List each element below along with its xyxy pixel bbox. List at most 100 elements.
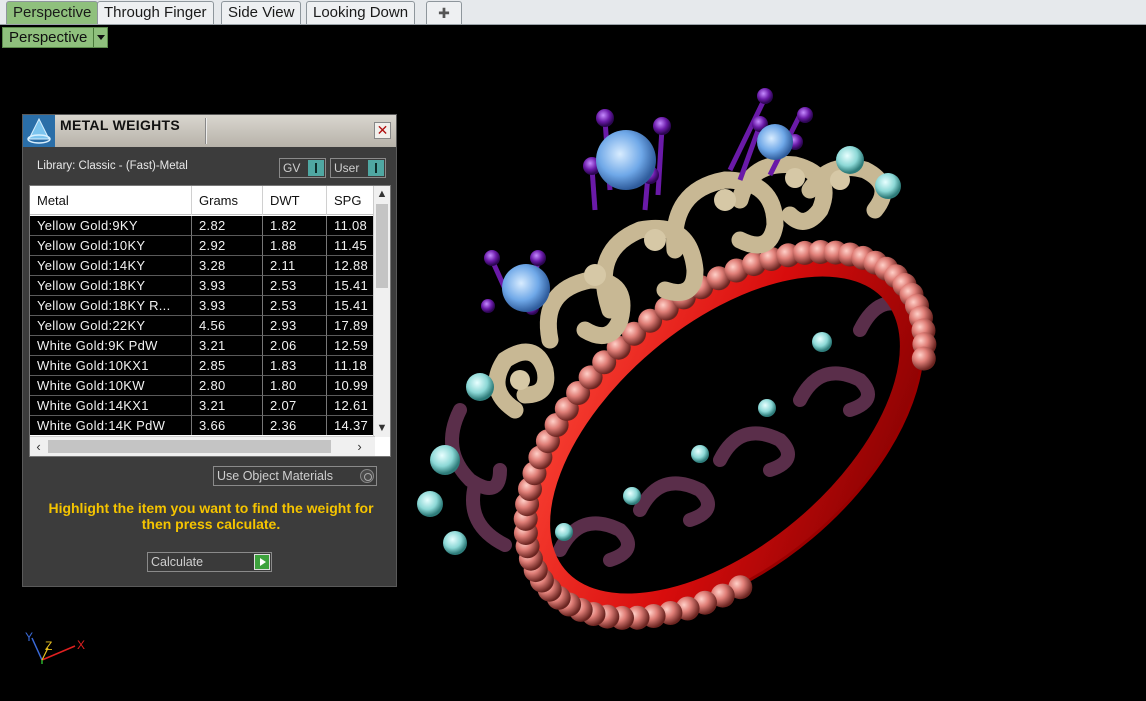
table-row[interactable]: White Gold:14KX1 3.21 2.07 12.61 bbox=[30, 396, 375, 416]
radio-icon[interactable] bbox=[360, 469, 374, 483]
table-cell: 1.80 bbox=[263, 376, 327, 396]
scroll-right-icon[interactable]: › bbox=[351, 438, 368, 456]
table-cell: 2.80 bbox=[192, 376, 263, 396]
tab-perspective[interactable]: Perspective bbox=[6, 1, 99, 24]
table-cell: White Gold:9K PdW bbox=[30, 336, 192, 356]
table-cell: 17.89 bbox=[327, 316, 375, 336]
column-header-metal[interactable]: Metal bbox=[30, 186, 192, 215]
scrollbar-thumb[interactable] bbox=[48, 440, 331, 453]
table-cell: 3.21 bbox=[192, 336, 263, 356]
axis-y-label: Y bbox=[25, 630, 34, 644]
column-header-dwt[interactable]: DWT bbox=[263, 186, 327, 215]
scroll-up-icon[interactable]: ▲ bbox=[374, 186, 390, 203]
axis-z-label: Z bbox=[45, 639, 53, 653]
table-cell: 10.99 bbox=[327, 376, 375, 396]
table-header: Metal Grams DWT SPG bbox=[30, 186, 375, 215]
table-cell: 3.93 bbox=[192, 276, 263, 296]
axis-gizmo: Y Z X bbox=[20, 628, 100, 673]
table-cell: 2.93 bbox=[263, 316, 327, 336]
bead bbox=[911, 346, 936, 371]
chevron-down-icon[interactable] bbox=[93, 28, 107, 47]
table-row[interactable]: Yellow Gold:22KY 4.56 2.93 17.89 bbox=[30, 316, 375, 336]
table-cell: Yellow Gold:18KY bbox=[30, 276, 192, 296]
metal-weights-panel: METAL WEIGHTS ✕ Library: Classic - (Fast… bbox=[22, 114, 397, 587]
scroll-left-icon[interactable]: ‹ bbox=[30, 438, 47, 456]
column-header-grams[interactable]: Grams bbox=[192, 186, 263, 215]
table-body: Yellow Gold:9KY 2.82 1.82 11.08 Yellow Gold:… bbox=[30, 216, 375, 435]
panel-title: METAL WEIGHTS bbox=[60, 117, 181, 133]
calculate-label: Calculate bbox=[151, 555, 204, 569]
table-cell: 2.85 bbox=[192, 356, 263, 376]
table-cell: 2.06 bbox=[263, 336, 327, 356]
plus-icon: ✚ bbox=[438, 5, 450, 21]
panel-header[interactable]: METAL WEIGHTS ✕ bbox=[23, 115, 396, 147]
table-cell: Yellow Gold:14KY bbox=[30, 256, 192, 276]
table-row[interactable]: Yellow Gold:14KY 3.28 2.11 12.88 bbox=[30, 256, 375, 276]
table-cell: White Gold:10KW bbox=[30, 376, 192, 396]
table-cell: White Gold:10KX1 bbox=[30, 356, 192, 376]
close-button[interactable]: ✕ bbox=[374, 122, 391, 139]
table-row[interactable]: Yellow Gold:18KY 3.93 2.53 15.41 bbox=[30, 276, 375, 296]
play-icon bbox=[254, 554, 270, 570]
table-cell: 2.53 bbox=[263, 276, 327, 296]
tab-through-finger[interactable]: Through Finger bbox=[97, 1, 214, 24]
use-object-materials-option[interactable]: Use Object Materials bbox=[213, 466, 377, 486]
metal-table: Metal Grams DWT SPG Yellow Gold:9KY 2.82 1… bbox=[29, 185, 391, 457]
horizontal-scrollbar[interactable]: ‹ › bbox=[30, 436, 375, 456]
blue-gem bbox=[596, 130, 656, 190]
tab-side-view[interactable]: Side View bbox=[221, 1, 302, 24]
table-cell: 14.37 bbox=[327, 416, 375, 435]
scroll-down-icon[interactable]: ▼ bbox=[374, 420, 390, 437]
axis-x-label: X bbox=[77, 638, 86, 652]
table-cell: 3.66 bbox=[192, 416, 263, 435]
table-cell: 3.21 bbox=[192, 396, 263, 416]
table-cell: 1.83 bbox=[263, 356, 327, 376]
table-cell: 4.56 bbox=[192, 316, 263, 336]
table-cell: 3.93 bbox=[192, 296, 263, 316]
table-cell: 15.41 bbox=[327, 276, 375, 296]
table-row[interactable]: White Gold:9K PdW 3.21 2.06 12.59 bbox=[30, 336, 375, 356]
use-object-materials-label: Use Object Materials bbox=[217, 469, 334, 483]
table-cell: Yellow Gold:10KY bbox=[30, 236, 192, 256]
table-cell: 3.28 bbox=[192, 256, 263, 276]
table-cell: 12.61 bbox=[327, 396, 375, 416]
table-cell: 2.92 bbox=[192, 236, 263, 256]
gv-toggle-label: GV bbox=[283, 161, 301, 175]
table-row[interactable]: White Gold:10KX1 2.85 1.83 11.18 bbox=[30, 356, 375, 376]
table-row[interactable]: White Gold:10KW 2.80 1.80 10.99 bbox=[30, 376, 375, 396]
add-tab-button[interactable]: ✚ bbox=[426, 1, 462, 24]
table-row[interactable]: Yellow Gold:18KY R... 3.93 2.53 15.41 bbox=[30, 296, 375, 316]
table-row[interactable]: Yellow Gold:10KY 2.92 1.88 11.45 bbox=[30, 236, 375, 256]
gv-toggle[interactable]: GV bbox=[279, 158, 326, 178]
app-logo-icon bbox=[23, 115, 55, 147]
vertical-scrollbar[interactable]: ▲ ▼ bbox=[373, 186, 390, 437]
close-icon: ✕ bbox=[376, 122, 389, 138]
blue-gem bbox=[757, 124, 793, 160]
instruction-text: Highlight the item you want to find the … bbox=[48, 500, 374, 532]
table-cell: 12.59 bbox=[327, 336, 375, 356]
table-cell: Yellow Gold:9KY bbox=[30, 216, 192, 236]
viewport-label-dropdown[interactable]: Perspective bbox=[2, 27, 108, 48]
table-cell: 1.88 bbox=[263, 236, 327, 256]
tab-looking-down[interactable]: Looking Down bbox=[306, 1, 416, 24]
table-cell: 2.11 bbox=[263, 256, 327, 276]
table-row[interactable]: White Gold:14K PdW 3.66 2.36 14.37 bbox=[30, 416, 375, 435]
table-cell: 1.82 bbox=[263, 216, 327, 236]
ring-3d-model bbox=[417, 88, 937, 630]
user-toggle[interactable]: User bbox=[330, 158, 386, 178]
table-cell: 2.07 bbox=[263, 396, 327, 416]
table-cell: 11.08 bbox=[327, 216, 375, 236]
library-label: Library: Classic - (Fast)-Metal bbox=[37, 160, 188, 172]
table-cell: White Gold:14K PdW bbox=[30, 416, 192, 435]
table-cell: Yellow Gold:22KY bbox=[30, 316, 192, 336]
user-toggle-label: User bbox=[334, 161, 360, 175]
scrollbar-thumb[interactable] bbox=[376, 204, 388, 288]
table-cell: White Gold:14KX1 bbox=[30, 396, 192, 416]
table-cell: 2.53 bbox=[263, 296, 327, 316]
calculate-button[interactable]: Calculate bbox=[147, 552, 272, 572]
table-cell: 11.45 bbox=[327, 236, 375, 256]
table-cell: 2.82 bbox=[192, 216, 263, 236]
table-row[interactable]: Yellow Gold:9KY 2.82 1.82 11.08 bbox=[30, 216, 375, 236]
table-cell: 12.88 bbox=[327, 256, 375, 276]
table-cell: 15.41 bbox=[327, 296, 375, 316]
